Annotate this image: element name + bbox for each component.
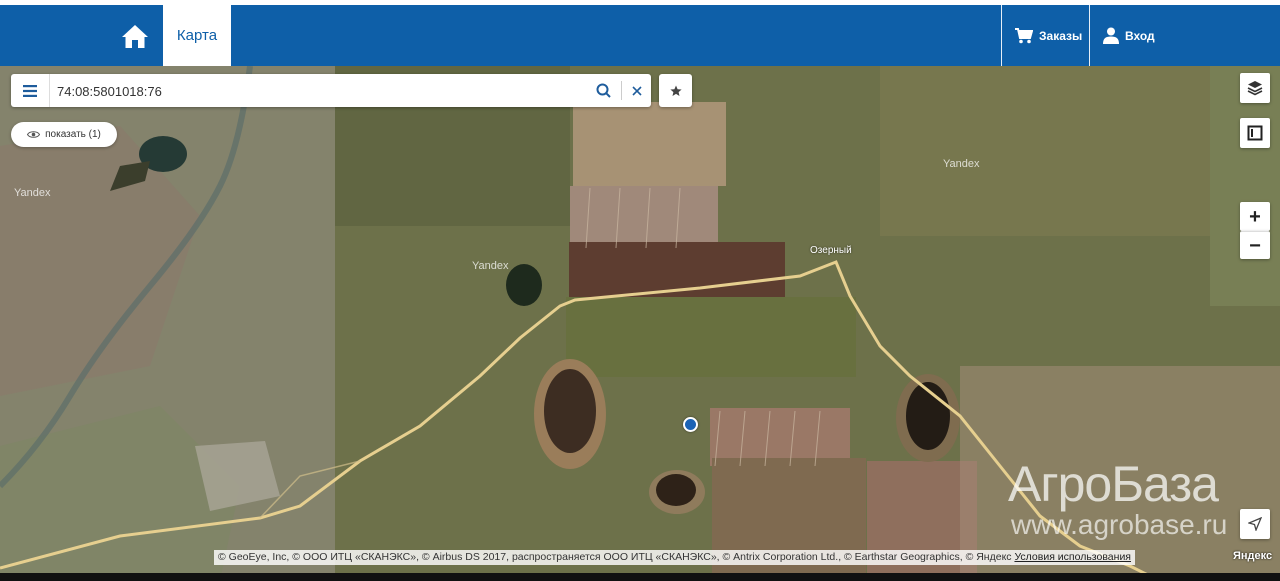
layers-button[interactable] (1240, 73, 1270, 103)
yandex-watermark: Yandex (14, 187, 51, 199)
eye-icon (27, 131, 41, 138)
yandex-watermark: Yandex (472, 260, 509, 272)
bottom-strip (0, 573, 1280, 581)
frame-icon (1247, 125, 1263, 141)
login-button[interactable]: Вход (1103, 5, 1155, 66)
menu-icon (23, 84, 37, 97)
terms-link[interactable]: Условия использования (1014, 551, 1131, 563)
orders-button[interactable]: Заказы (1015, 5, 1082, 66)
layers-icon (1247, 81, 1263, 96)
search-bar (11, 74, 651, 107)
header-divider (1001, 5, 1002, 66)
minus-icon: − (1249, 234, 1261, 257)
show-objects-label: показать (1) (45, 129, 101, 140)
map-copyright: © GeoEye, Inc, © ООО ИТЦ «СКАНЭКС», © Ai… (214, 550, 1135, 565)
clear-button[interactable] (622, 74, 651, 107)
yandex-watermark: Yandex (943, 158, 980, 170)
search-input[interactable] (57, 80, 577, 102)
orders-label: Заказы (1039, 28, 1083, 43)
agrobase-url-watermark: www.agrobase.ru (1011, 509, 1228, 540)
agrobase-watermark: АгроБаза (1008, 456, 1219, 512)
user-icon (1103, 27, 1119, 44)
plus-icon: + (1249, 205, 1261, 228)
parcel-marker[interactable] (683, 417, 698, 432)
header-bar: Карта Заказы Вход (0, 5, 1280, 66)
navigate-arrow-icon (1248, 517, 1262, 531)
home-icon (122, 24, 148, 48)
star-icon (669, 85, 682, 96)
place-label: Озерный (810, 245, 852, 256)
yandex-logo[interactable]: Яндекс (1233, 550, 1272, 562)
cart-icon (1015, 27, 1033, 43)
close-icon (631, 85, 642, 96)
show-objects-button[interactable]: показать (1) (11, 122, 117, 147)
home-button[interactable] (112, 5, 158, 66)
zoom-in-button[interactable]: + (1240, 202, 1270, 231)
locate-button[interactable] (1240, 509, 1270, 539)
tab-map[interactable]: Карта (163, 5, 231, 66)
menu-button[interactable] (11, 74, 50, 107)
zoom-out-button[interactable]: − (1240, 231, 1270, 259)
search-icon (596, 83, 611, 98)
header-divider (1089, 5, 1090, 66)
search-button[interactable] (587, 74, 619, 107)
frame-button[interactable] (1240, 118, 1270, 148)
copyright-text: © GeoEye, Inc, © ООО ИТЦ «СКАНЭКС», © Ai… (218, 551, 1015, 563)
login-label: Вход (1125, 28, 1155, 43)
favorite-button[interactable] (659, 74, 692, 107)
